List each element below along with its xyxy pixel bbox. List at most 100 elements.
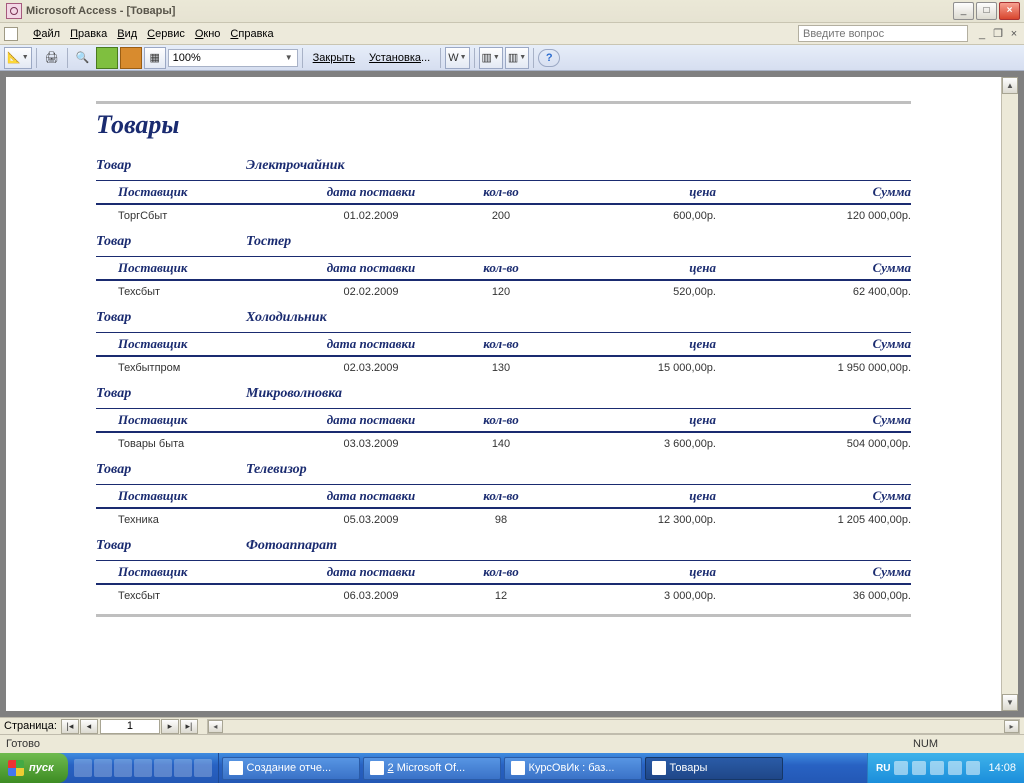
page-setup-button[interactable]: Установка... (363, 47, 436, 69)
scroll-right-icon[interactable]: ▸ (1004, 720, 1019, 733)
taskbar-task[interactable]: 2 Microsoft Of... (363, 757, 501, 780)
taskbar-task[interactable]: Создание отче... (222, 757, 360, 780)
dropdown-arrow-icon: ▼ (285, 53, 293, 62)
first-page-button[interactable]: |◂ (61, 719, 79, 734)
menu-сервис[interactable]: Сервис (142, 26, 190, 42)
group-header: ТоварЭлектрочайник (96, 154, 911, 176)
column-header-row: Поставщикдата поставкикол-воценаСумма (96, 256, 911, 281)
task-icon (370, 761, 384, 775)
ql-icon[interactable] (74, 759, 92, 777)
help-search-input[interactable] (798, 25, 968, 42)
tray-icon[interactable] (894, 761, 908, 775)
help-button[interactable]: ? (538, 49, 560, 67)
doc-minimize-button[interactable]: _ (976, 28, 988, 40)
report-page[interactable]: Товары ТоварЭлектрочайник Поставщикдата п… (6, 77, 1001, 711)
scroll-left-icon[interactable]: ◂ (208, 720, 223, 733)
ql-icon[interactable] (174, 759, 192, 777)
tray-icon[interactable] (948, 761, 962, 775)
taskbar: пуск Создание отче...2 Microsoft Of...Ку… (0, 753, 1024, 783)
toolbar: 📐▼ 🖨 🔍 ▦ 100% ▼ Закрыть Установка... W▼ … (0, 45, 1024, 71)
ql-icon[interactable] (134, 759, 152, 777)
windows-flag-icon (8, 760, 24, 776)
group-name: Телевизор (246, 462, 307, 478)
ql-icon[interactable] (94, 759, 112, 777)
officelink-button[interactable]: W▼ (445, 47, 469, 69)
start-button[interactable]: пуск (0, 753, 68, 783)
print-button[interactable]: 🖨 (41, 47, 63, 69)
zoom-button[interactable]: 🔍 (72, 47, 94, 69)
report-title: Товары (96, 110, 911, 140)
zoom-value: 100% (173, 52, 285, 64)
column-header-row: Поставщикдата поставкикол-воценаСумма (96, 180, 911, 205)
scroll-down-icon[interactable]: ▼ (1002, 694, 1018, 711)
column-header-row: Поставщикдата поставкикол-воценаСумма (96, 408, 911, 433)
ql-icon[interactable] (154, 759, 172, 777)
page-number-input[interactable] (100, 719, 160, 734)
group-name: Микроволновка (246, 386, 342, 402)
group-header: ТоварТостер (96, 230, 911, 252)
column-header-row: Поставщикдата поставкикол-воценаСумма (96, 484, 911, 509)
numlock-indicator: NUM (913, 738, 938, 750)
group-header: ТоварФотоаппарат (96, 534, 911, 556)
table-row: Техсбыт06.03.2009123 000,00р.36 000,00р. (96, 585, 911, 610)
column-header-row: Поставщикдата поставкикол-воценаСумма (96, 332, 911, 357)
clock[interactable]: 14:08 (988, 762, 1016, 774)
ql-icon[interactable] (194, 759, 212, 777)
menu-окно[interactable]: Окно (190, 26, 226, 42)
doc-restore-button[interactable]: ❐ (992, 28, 1004, 40)
maximize-button[interactable]: □ (976, 2, 997, 20)
language-indicator[interactable]: RU (876, 763, 890, 774)
last-page-button[interactable]: ▸| (180, 719, 198, 734)
task-icon (652, 761, 666, 775)
window-title: Microsoft Access - [Товары] (26, 5, 175, 17)
zoom-combo[interactable]: 100% ▼ (168, 49, 298, 67)
horizontal-scrollbar[interactable]: ◂ ▸ (207, 719, 1020, 734)
next-page-button[interactable]: ▸ (161, 719, 179, 734)
minimize-button[interactable]: _ (953, 2, 974, 20)
group-header: ТоварТелевизор (96, 458, 911, 480)
taskbar-task[interactable]: Товары (645, 757, 783, 780)
table-row: Товары быта03.03.20091403 600,00р.504 00… (96, 433, 911, 458)
group-name: Тостер (246, 234, 291, 250)
close-button[interactable]: × (999, 2, 1020, 20)
table-row: Техбытпром02.03.200913015 000,00р.1 950 … (96, 357, 911, 382)
group-header: ТоварХолодильник (96, 306, 911, 328)
view-button[interactable]: 📐▼ (4, 47, 32, 69)
document-system-icon[interactable] (4, 27, 18, 41)
group-header: ТоварМикроволновка (96, 382, 911, 404)
menubar: ФайлПравкаВидСервисОкноСправка _ ❐ × (0, 23, 1024, 45)
doc-close-button[interactable]: × (1008, 28, 1020, 40)
menu-вид[interactable]: Вид (112, 26, 142, 42)
one-page-button[interactable] (96, 47, 118, 69)
status-text: Готово (6, 738, 40, 750)
column-header-row: Поставщикдата поставкикол-воценаСумма (96, 560, 911, 585)
page-label: Страница: (4, 720, 57, 732)
titlebar: Microsoft Access - [Товары] _ □ × (0, 0, 1024, 23)
status-bar: Готово NUM (0, 735, 1024, 753)
system-tray: RU 14:08 (867, 753, 1024, 783)
two-page-button[interactable] (120, 47, 142, 69)
page-navigator: Страница: |◂ ◂ ▸ ▸| ◂ ▸ (0, 717, 1024, 735)
menu-файл[interactable]: Файл (28, 26, 65, 42)
close-preview-button[interactable]: Закрыть (307, 47, 361, 69)
tray-icon[interactable] (912, 761, 926, 775)
tray-icon[interactable] (966, 761, 980, 775)
database-window-button[interactable]: ▥▼ (479, 47, 503, 69)
menu-справка[interactable]: Справка (225, 26, 278, 42)
work-area: Товары ТоварЭлектрочайник Поставщикдата п… (0, 71, 1024, 717)
prev-page-button[interactable]: ◂ (80, 719, 98, 734)
new-object-button[interactable]: ▥▼ (505, 47, 529, 69)
table-row: Техника05.03.20099812 300,00р.1 205 400,… (96, 509, 911, 534)
ql-icon[interactable] (114, 759, 132, 777)
table-row: Техсбыт02.02.2009120520,00р.62 400,00р. (96, 281, 911, 306)
task-icon (229, 761, 243, 775)
tray-icon[interactable] (930, 761, 944, 775)
vertical-scrollbar[interactable]: ▲ ▼ (1001, 77, 1018, 711)
multi-page-button[interactable]: ▦ (144, 47, 166, 69)
group-name: Фотоаппарат (246, 538, 337, 554)
taskbar-task[interactable]: КурсОвИк : баз... (504, 757, 642, 780)
table-row: ТоргСбыт01.02.2009200600,00р.120 000,00р… (96, 205, 911, 230)
menu-правка[interactable]: Правка (65, 26, 112, 42)
scroll-up-icon[interactable]: ▲ (1002, 77, 1018, 94)
quick-launch (68, 753, 219, 783)
